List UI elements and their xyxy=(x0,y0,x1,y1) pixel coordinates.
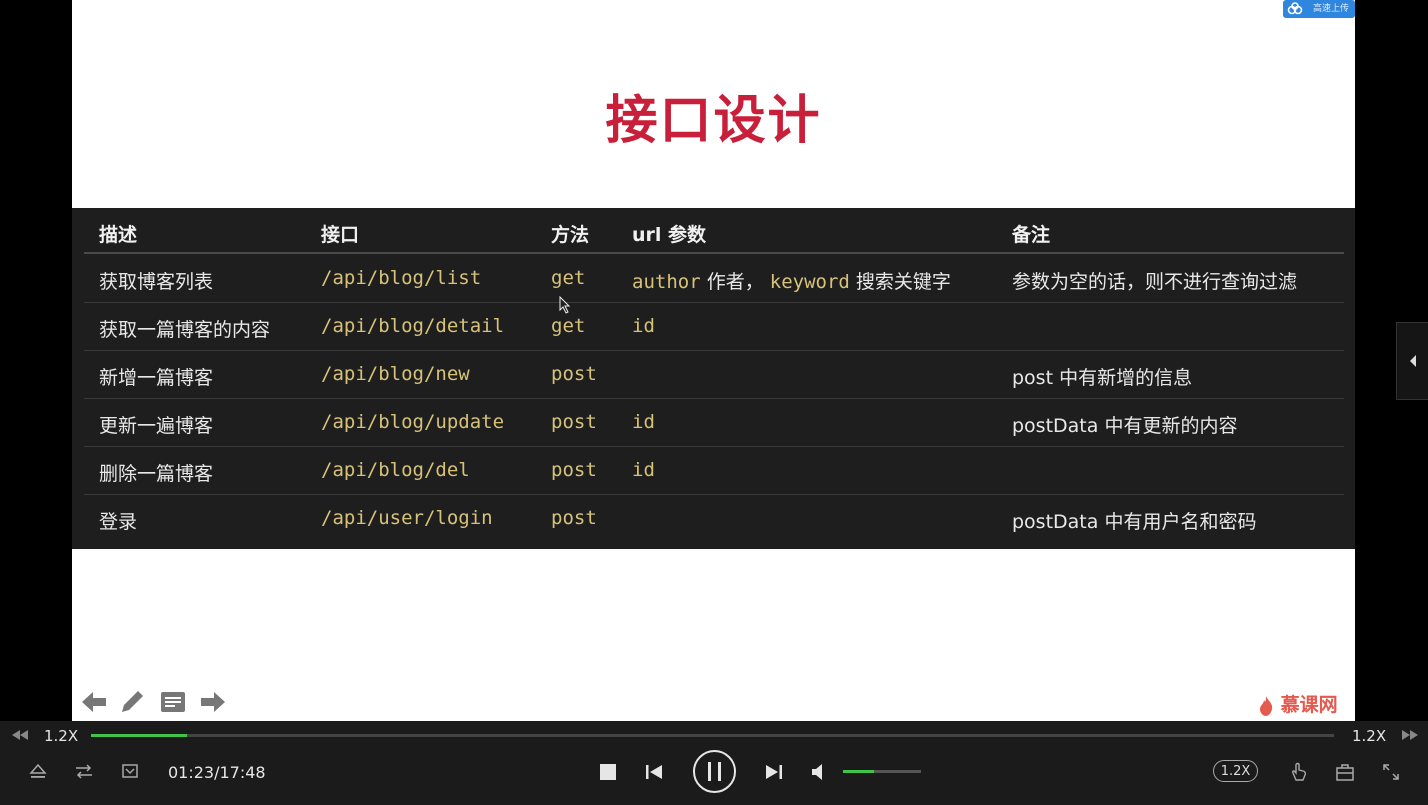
imooc-logo: 慕课网 xyxy=(1258,690,1338,717)
table-row: 新增一篇博客 /api/blog/new post post 中有新增的信息 xyxy=(84,351,1344,399)
header-note: 备注 xyxy=(1012,224,1051,246)
previous-icon[interactable] xyxy=(645,763,663,781)
slide-title: 接口设计 xyxy=(605,91,822,151)
badge-label: 高速上传 xyxy=(1312,4,1349,14)
progress-fill xyxy=(91,734,187,737)
fullscreen-icon[interactable] xyxy=(1381,762,1401,782)
cell-method: get xyxy=(551,267,586,289)
cell-method: get xyxy=(551,315,586,337)
cell-desc: 新增一篇博客 xyxy=(99,367,214,389)
cell-desc: 更新一遍博客 xyxy=(99,415,214,437)
rate-right[interactable]: 1.2X xyxy=(1352,727,1386,745)
cell-note: postData 中有用户名和密码 xyxy=(1012,511,1257,533)
cell-params: id xyxy=(632,411,655,433)
next-icon[interactable] xyxy=(765,763,783,781)
volume-slider[interactable] xyxy=(843,770,921,773)
logo-text: 慕课网 xyxy=(1280,694,1338,716)
cell-note: post 中有新增的信息 xyxy=(1012,367,1193,389)
flame-icon xyxy=(1260,695,1273,716)
table-row: 删除一篇博客 /api/blog/del post id xyxy=(84,447,1344,495)
notes-icon[interactable] xyxy=(159,688,187,716)
cell-method: post xyxy=(551,459,597,481)
pencil-icon[interactable] xyxy=(118,688,146,716)
param-text: 作者， xyxy=(706,271,764,293)
cell-params: author 作者， keyword 搜索关键字 xyxy=(632,267,951,294)
cell-desc: 获取一篇博客的内容 xyxy=(99,319,271,341)
playback-rate-button[interactable]: 1.2X xyxy=(1213,760,1258,782)
cell-desc: 获取博客列表 xyxy=(99,271,214,293)
eject-icon[interactable] xyxy=(29,763,47,780)
param-code: keyword xyxy=(769,271,850,293)
volume-fill xyxy=(843,770,875,773)
caret-left-icon xyxy=(1410,355,1416,367)
arrow-left-icon[interactable] xyxy=(80,688,108,716)
param-code: author xyxy=(632,271,701,293)
cell-note: 参数为空的话，则不进行查询过滤 xyxy=(1012,271,1298,293)
cell-api: /api/blog/list xyxy=(321,267,482,289)
table-row: 登录 /api/user/login post postData 中有用户名和密… xyxy=(84,495,1344,543)
param-text: 搜索关键字 xyxy=(855,271,951,293)
hand-icon[interactable] xyxy=(1290,762,1308,782)
fast-forward-icon[interactable] xyxy=(1400,729,1420,741)
progress-track[interactable] xyxy=(91,734,1334,737)
table-header: 描述 接口 方法 url 参数 备注 xyxy=(84,208,1344,254)
rate-left[interactable]: 1.2X xyxy=(44,727,78,745)
table-row: 更新一遍博客 /api/blog/update post id postData… xyxy=(84,399,1344,447)
cell-desc: 删除一篇博客 xyxy=(99,463,214,485)
volume-icon[interactable] xyxy=(811,763,829,781)
cell-api: /api/blog/detail xyxy=(321,315,505,337)
side-panel-toggle[interactable] xyxy=(1396,322,1428,400)
header-api: 接口 xyxy=(321,224,360,246)
cell-method: post xyxy=(551,411,597,433)
header-desc: 描述 xyxy=(99,224,138,246)
cursor-icon xyxy=(559,296,571,314)
pause-button[interactable] xyxy=(692,749,737,794)
cell-api: /api/user/login xyxy=(321,507,493,529)
cell-method: post xyxy=(551,363,597,385)
api-table: 描述 接口 方法 url 参数 备注 获取博客列表 /api/blog/list… xyxy=(72,208,1355,549)
table-row: 获取一篇博客的内容 /api/blog/detail get id xyxy=(84,303,1344,351)
screenshot-icon[interactable] xyxy=(121,763,139,780)
table-row: 获取博客列表 /api/blog/list get author 作者， key… xyxy=(84,255,1344,303)
cell-note: postData 中有更新的内容 xyxy=(1012,415,1238,437)
arrow-right-icon[interactable] xyxy=(199,688,227,716)
cell-desc: 登录 xyxy=(99,511,138,533)
cell-params: id xyxy=(632,459,655,481)
cell-api: /api/blog/del xyxy=(321,459,470,481)
stop-icon[interactable] xyxy=(599,763,617,781)
time-display: 01:23/17:48 xyxy=(168,763,266,782)
cell-method: post xyxy=(551,507,597,529)
toolbox-icon[interactable] xyxy=(1335,762,1355,782)
upload-badge[interactable]: 高速上传 xyxy=(1283,0,1355,18)
cell-api: /api/blog/update xyxy=(321,411,505,433)
loop-icon[interactable] xyxy=(74,763,94,780)
cell-api: /api/blog/new xyxy=(321,363,470,385)
cloud-icon xyxy=(1287,2,1303,15)
header-params: url 参数 xyxy=(632,224,707,246)
header-method: 方法 xyxy=(551,224,590,246)
rewind-icon[interactable] xyxy=(10,729,30,741)
cell-params: id xyxy=(632,315,655,337)
